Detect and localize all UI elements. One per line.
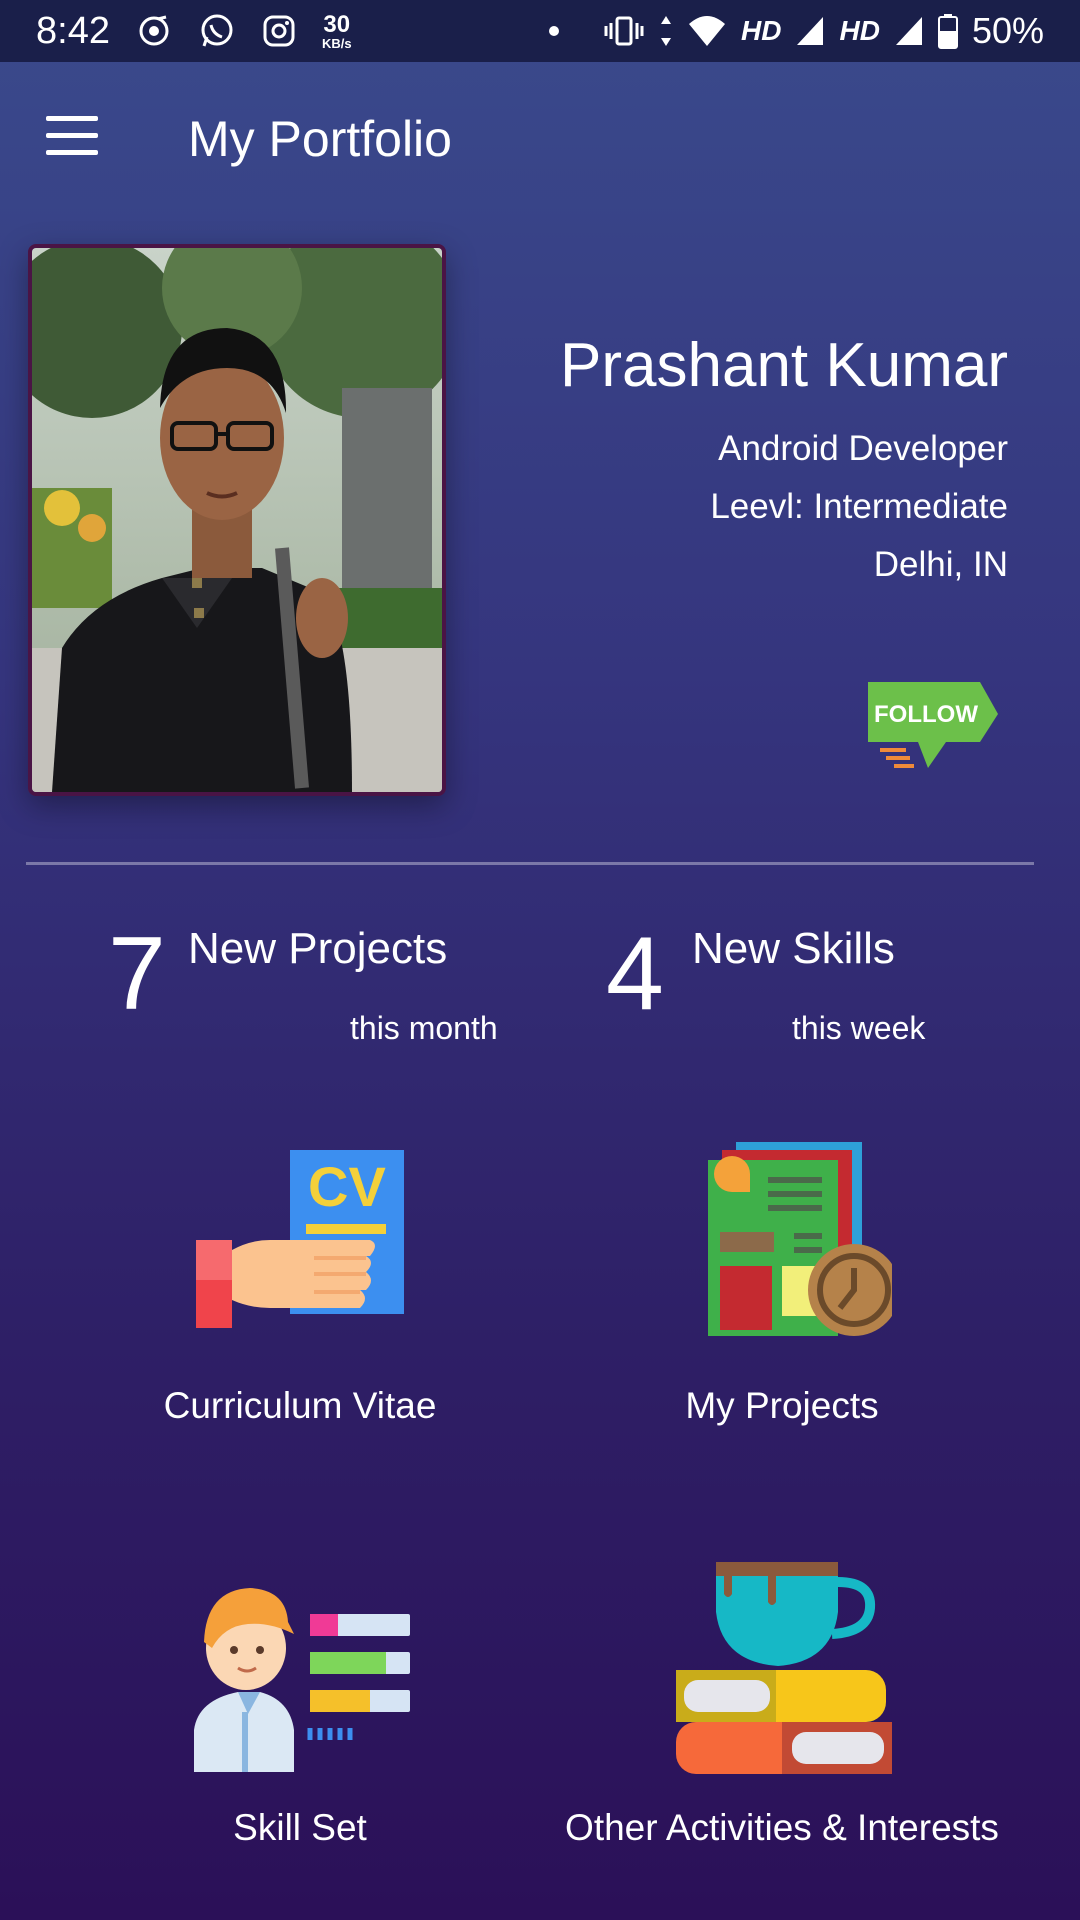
cv-hand-icon: CV [190, 1140, 410, 1345]
tile-other-activities[interactable]: Other Activities & Interests [552, 1562, 1012, 1902]
network-speed-indicator: 30 KB/s [321, 10, 352, 51]
whatsapp-icon [198, 12, 236, 50]
tile-label: Curriculum Vitae [163, 1385, 437, 1426]
stat-label: New Skills [692, 924, 895, 973]
stat-label: New Projects [188, 924, 448, 973]
divider [26, 862, 1034, 865]
skill-set-icon [190, 1562, 410, 1777]
profile-name: Prashant Kumar [560, 331, 1008, 400]
notification-dot-icon [549, 26, 560, 36]
battery-icon [937, 13, 958, 49]
tile-label: Skill Set [233, 1807, 367, 1848]
hd-indicator-2: HD [839, 15, 880, 46]
instagram-icon [262, 14, 296, 48]
follow-button[interactable]: FOLLOW [866, 680, 1002, 772]
battery-percent: 50% [971, 10, 1044, 51]
tile-skill-set[interactable]: Skill Set [70, 1562, 530, 1902]
svg-text:CV: CV [308, 1155, 386, 1218]
data-arrows-icon [659, 14, 673, 48]
profile-photo [28, 244, 446, 796]
tile-label: My Projects [685, 1385, 879, 1426]
hamburger-menu-icon[interactable] [46, 116, 98, 156]
stat-number: 4 [606, 916, 664, 1032]
profile-info: Prashant Kumar Android Developer Leevl: … [560, 330, 1008, 603]
app-bar: My Portfolio [0, 62, 1080, 212]
stat-new-projects: 7 New Projects this month [108, 918, 528, 1058]
profile-location: Delhi, IN [873, 545, 1008, 584]
hd-indicator-1: HD [741, 15, 782, 46]
status-bar: 8:42 30 KB/s HD HD 50% [0, 0, 1080, 62]
tile-curriculum-vitae[interactable]: CV Curriculum Vitae [70, 1140, 530, 1480]
status-time: 8:42 [36, 9, 110, 52]
profile-role: Android Developer [718, 429, 1008, 468]
wifi-icon [687, 14, 727, 48]
vibrate-icon [603, 14, 645, 48]
coffee-books-icon [672, 1562, 892, 1781]
tile-my-projects[interactable]: My Projects [552, 1140, 1012, 1480]
music-app-icon [136, 13, 172, 49]
stat-new-skills: 4 New Skills this week [606, 918, 1026, 1058]
signal-icon-2 [894, 15, 924, 47]
follow-label: FOLLOW [874, 701, 978, 728]
signal-icon-1 [795, 15, 825, 47]
page-title: My Portfolio [188, 111, 452, 167]
stat-period: this week [792, 1010, 926, 1046]
projects-icon [672, 1140, 900, 1355]
profile-level: Leevl: Intermediate [710, 487, 1008, 526]
stat-number: 7 [108, 916, 166, 1032]
tile-label: Other Activities & Interests [565, 1807, 999, 1848]
stat-period: this month [350, 1010, 498, 1046]
